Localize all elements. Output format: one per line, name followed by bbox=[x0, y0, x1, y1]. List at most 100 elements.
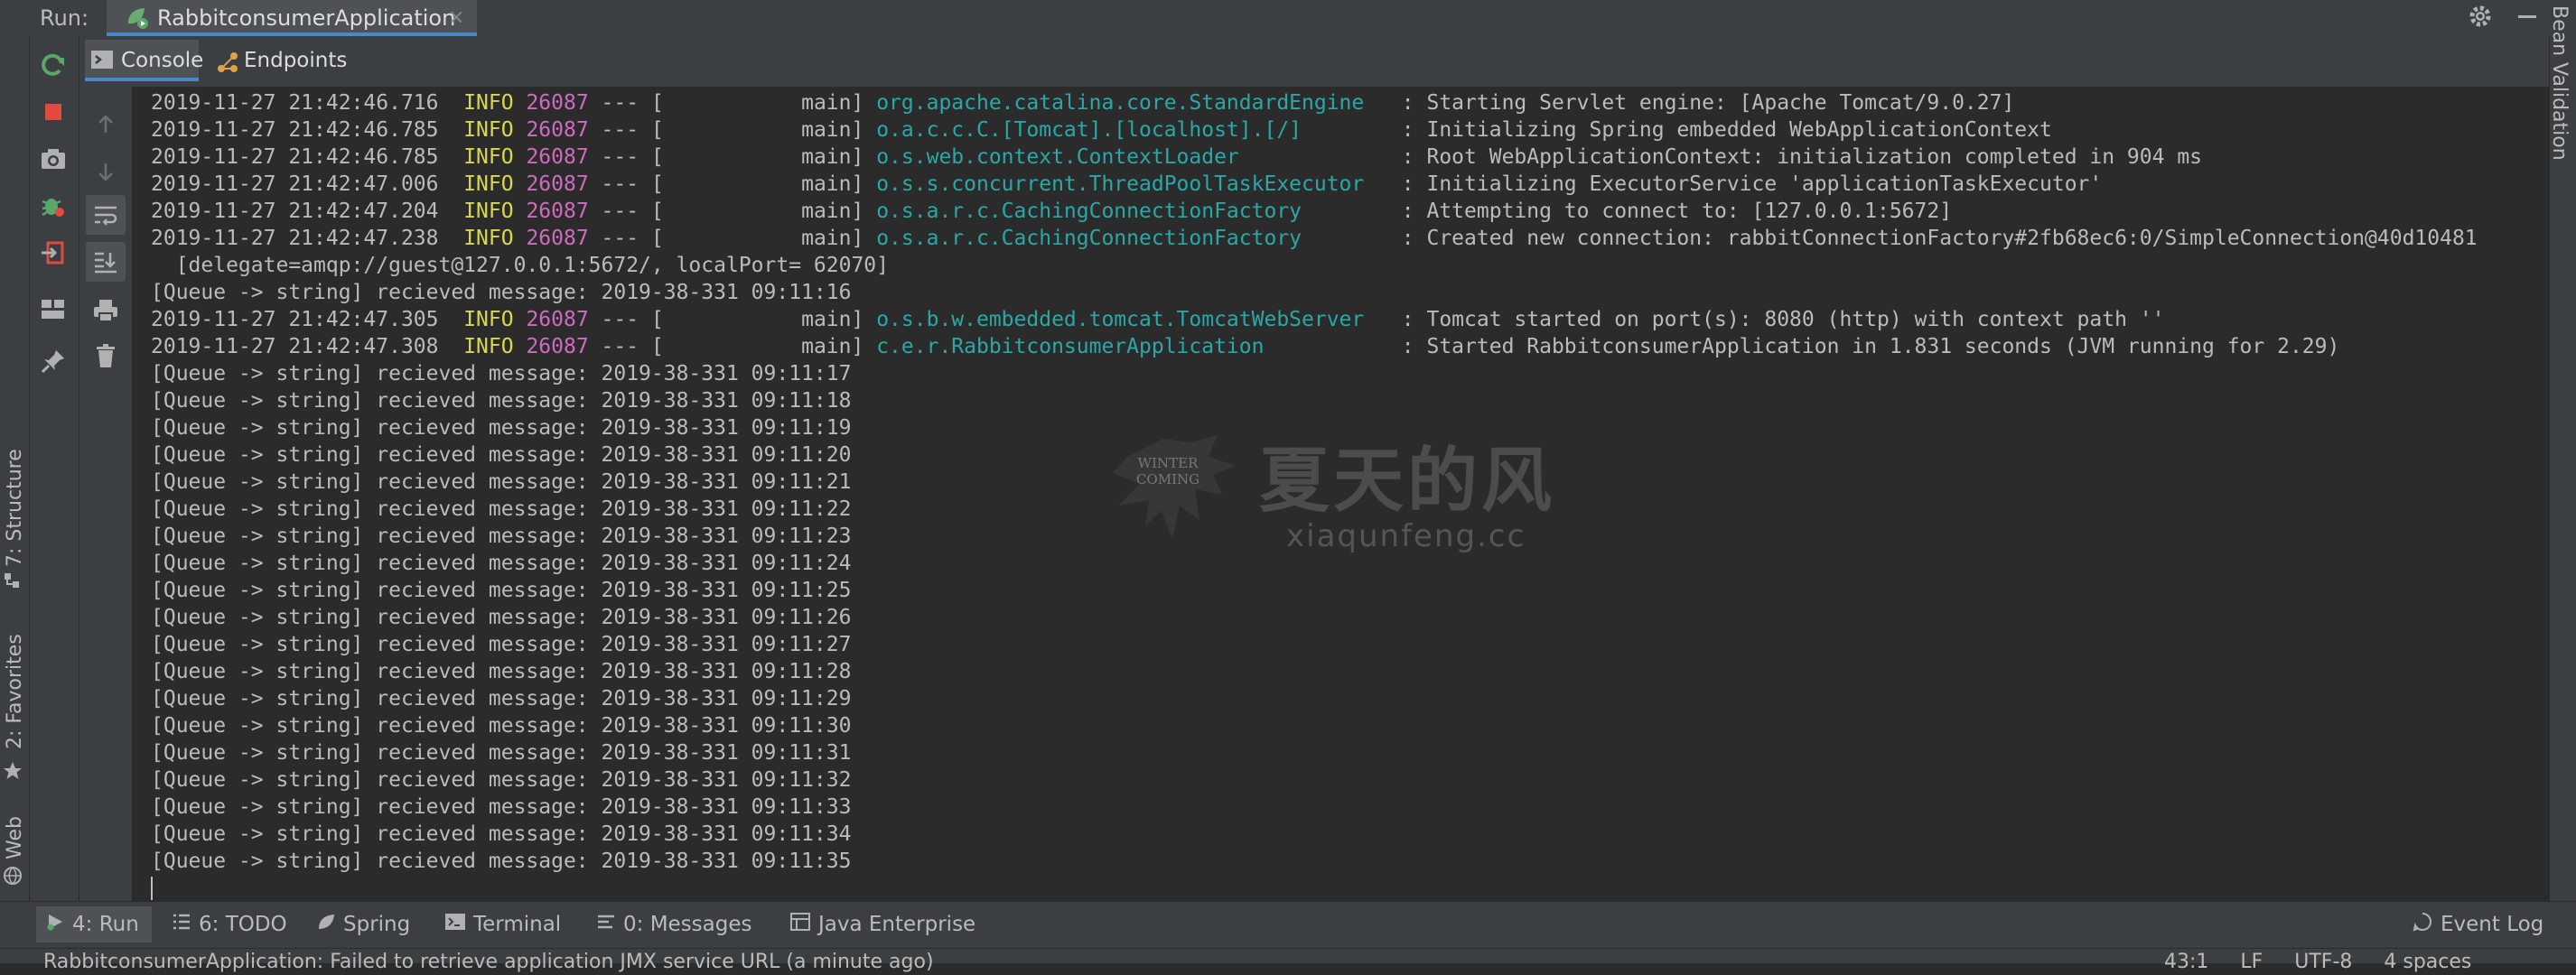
favorites-tool-button[interactable]: 2: Favorites bbox=[4, 634, 26, 749]
console-line: 2019-11-27 21:42:46.716 INFO 26087 --- [… bbox=[151, 89, 2014, 116]
console-line: [Queue -> string] recieved message: 2019… bbox=[151, 848, 851, 875]
log-message: : Initializing ExecutorService 'applicat… bbox=[1401, 172, 2103, 196]
log-logger: c.e.r.RabbitconsumerApplication bbox=[876, 335, 1389, 358]
watermark-chinese-text: 夏天的风 bbox=[1259, 441, 1556, 522]
console-line: [Queue -> string] recieved message: 2019… bbox=[151, 360, 851, 387]
console-line: 2019-11-27 21:42:47.006 INFO 26087 --- [… bbox=[151, 171, 2102, 198]
favorites-label: 2: Favorites bbox=[4, 634, 26, 749]
text-caret bbox=[151, 877, 153, 900]
log-thread: --- [ main] bbox=[588, 335, 877, 358]
direwolf-watermark-logo bbox=[1109, 430, 1245, 551]
console-line: [Queue -> string] recieved message: 2019… bbox=[151, 469, 851, 496]
log-level: INFO bbox=[463, 172, 514, 196]
log-message: : Tomcat started on port(s): 8080 (http)… bbox=[1401, 308, 2165, 331]
bottom-tab-event-log[interactable]: Event Log bbox=[2412, 906, 2543, 942]
log-level: INFO bbox=[463, 145, 514, 169]
spring-boot-run-icon bbox=[123, 4, 150, 31]
console-line: [Queue -> string] recieved message: 2019… bbox=[151, 523, 851, 550]
log-timestamp: 2019-11-27 21:42:46.785 bbox=[151, 145, 439, 169]
log-thread: --- [ main] bbox=[588, 172, 877, 196]
log-logger: o.s.web.context.ContextLoader bbox=[876, 145, 1389, 169]
console-line-text: [Queue -> string] recieved message: 2019… bbox=[151, 660, 852, 683]
console-line-text: [Queue -> string] recieved message: 2019… bbox=[151, 443, 852, 467]
status-widgets: 43:1 LF UTF-8 4 spaces bbox=[2164, 950, 2471, 975]
layout-icon[interactable] bbox=[33, 289, 73, 329]
console-line: [Queue -> string] recieved message: 2019… bbox=[151, 279, 851, 306]
log-level: INFO bbox=[463, 335, 514, 358]
soft-wrap-icon[interactable] bbox=[86, 195, 126, 235]
exit-icon[interactable] bbox=[33, 233, 73, 273]
bottom-tab-messages[interactable]: 0: Messages bbox=[596, 906, 751, 942]
trash-icon[interactable] bbox=[86, 336, 126, 376]
console-line-text: [Queue -> string] recieved message: 2019… bbox=[151, 633, 852, 656]
pin-icon[interactable] bbox=[33, 341, 73, 381]
log-logger: o.s.a.r.c.CachingConnectionFactory bbox=[876, 200, 1389, 223]
console-line: [Queue -> string] recieved message: 2019… bbox=[151, 577, 851, 604]
log-thread: --- [ main] bbox=[588, 308, 877, 331]
console-actions-toolbar bbox=[79, 87, 132, 901]
log-level: INFO bbox=[463, 227, 514, 250]
console-line: [Queue -> string] recieved message: 2019… bbox=[151, 604, 851, 631]
console-line: [Queue -> string] recieved message: 2019… bbox=[151, 821, 851, 848]
bottom-tab-terminal[interactable]: Terminal bbox=[444, 906, 561, 942]
log-pid: 26087 bbox=[526, 172, 589, 196]
console-line: [Queue -> string] recieved message: 2019… bbox=[151, 685, 851, 712]
debug-icon[interactable] bbox=[33, 186, 73, 226]
console-line: [Queue -> string] recieved message: 2019… bbox=[151, 739, 851, 766]
star-icon bbox=[2, 760, 23, 782]
console-line-text: [Queue -> string] recieved message: 2019… bbox=[151, 416, 852, 440]
bottom-tab-todo[interactable]: 6: TODO bbox=[172, 906, 287, 942]
console-line-text: [Queue -> string] recieved message: 2019… bbox=[151, 741, 852, 765]
log-thread: --- [ main] bbox=[588, 118, 877, 142]
rerun-icon[interactable] bbox=[33, 45, 73, 85]
arrow-up-icon[interactable] bbox=[86, 105, 126, 144]
log-message: : Attempting to connect to: [127.0.0.1:5… bbox=[1401, 200, 1953, 223]
structure-tool-button[interactable]: 7: Structure bbox=[4, 449, 26, 567]
messages-icon bbox=[596, 913, 616, 936]
console-line: [Queue -> string] recieved message: 2019… bbox=[151, 387, 851, 414]
arrow-down-icon[interactable] bbox=[86, 152, 126, 191]
bottom-tab-spring[interactable]: Spring bbox=[316, 906, 410, 942]
console-icon bbox=[90, 49, 114, 70]
terminal-icon bbox=[444, 913, 466, 936]
winter-coming-watermark: WINTER COMING bbox=[1136, 455, 1199, 488]
console-line-text: [Queue -> string] recieved message: 2019… bbox=[151, 497, 852, 521]
close-icon[interactable]: × bbox=[448, 4, 464, 32]
bottom-tab-run[interactable]: 4: Run bbox=[36, 906, 152, 942]
log-timestamp: 2019-11-27 21:42:47.006 bbox=[151, 172, 439, 196]
log-pid: 26087 bbox=[526, 335, 589, 358]
run-label: Run: bbox=[40, 5, 89, 31]
watermark-url-text: xiaqunfeng.cc bbox=[1286, 518, 1526, 554]
log-timestamp: 2019-11-27 21:42:47.238 bbox=[151, 227, 439, 250]
log-pid: 26087 bbox=[526, 118, 589, 142]
log-pid: 26087 bbox=[526, 200, 589, 223]
bottom-tab-run-label: 4: Run bbox=[72, 913, 139, 936]
tab-endpoints-label: Endpoints bbox=[244, 49, 348, 72]
console-line: 2019-11-27 21:42:46.785 INFO 26087 --- [… bbox=[151, 116, 2052, 144]
console-line-text: [Queue -> string] recieved message: 2019… bbox=[151, 822, 852, 846]
console-line-text: [Queue -> string] recieved message: 2019… bbox=[151, 525, 852, 548]
console-line: [Queue -> string] recieved message: 2019… bbox=[151, 631, 851, 658]
java-enterprise-icon bbox=[789, 912, 811, 937]
camera-icon[interactable] bbox=[33, 139, 73, 179]
minimize-icon[interactable] bbox=[2509, 0, 2545, 32]
log-pid: 26087 bbox=[526, 227, 589, 250]
print-icon[interactable] bbox=[86, 291, 126, 330]
console-line: [Queue -> string] recieved message: 2019… bbox=[151, 712, 851, 739]
bean-validation-tool-button[interactable]: Bean Validation bbox=[2548, 5, 2571, 161]
console-line: [Queue -> string] recieved message: 2019… bbox=[151, 550, 851, 577]
log-timestamp: 2019-11-27 21:42:47.204 bbox=[151, 200, 439, 223]
scroll-to-end-icon[interactable] bbox=[86, 242, 126, 282]
status-message[interactable]: RabbitconsumerApplication: Failed to ret… bbox=[43, 950, 934, 975]
gear-icon[interactable] bbox=[2462, 0, 2498, 32]
bottom-tab-java-enterprise[interactable]: Java Enterprise bbox=[789, 906, 975, 942]
stop-icon[interactable] bbox=[33, 92, 73, 132]
log-logger: o.a.c.c.C.[Tomcat].[localhost].[/] bbox=[876, 118, 1389, 142]
web-tool-button[interactable]: Web bbox=[4, 816, 26, 859]
console-line-text: [Queue -> string] recieved message: 2019… bbox=[151, 552, 852, 575]
log-level: INFO bbox=[463, 91, 514, 115]
tab-console-label: Console bbox=[121, 49, 204, 72]
log-timestamp: 2019-11-27 21:42:47.305 bbox=[151, 308, 439, 331]
globe-icon bbox=[2, 865, 23, 887]
right-tool-strip bbox=[2549, 36, 2576, 901]
